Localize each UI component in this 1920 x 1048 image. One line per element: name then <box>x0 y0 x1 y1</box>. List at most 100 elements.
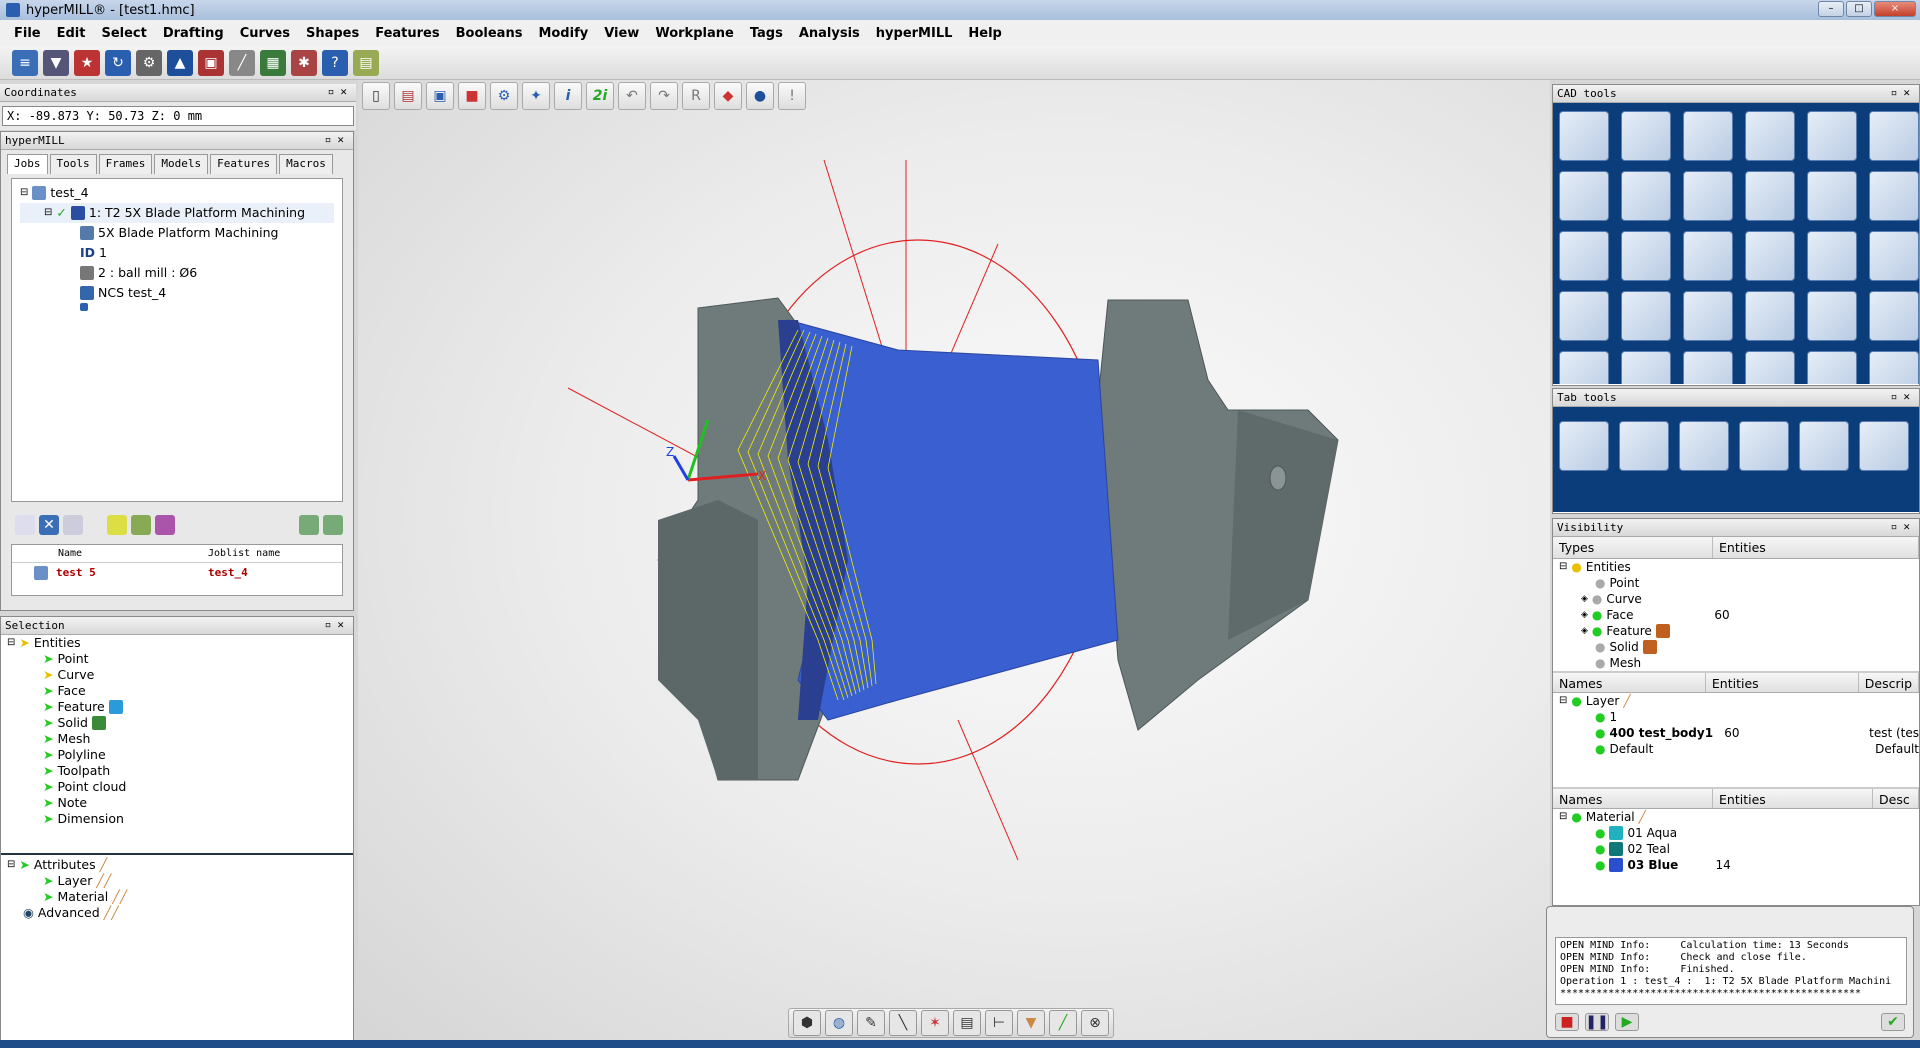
list-icon[interactable] <box>1559 421 1609 471</box>
type-row[interactable]: ◈ ● Feature <box>1559 623 1919 639</box>
redo-icon[interactable]: ↷ <box>650 82 678 110</box>
tab-tools[interactable]: Tools <box>49 154 97 174</box>
brush-icon[interactable]: ╲ <box>889 1010 917 1036</box>
open-icon[interactable]: ▤ <box>394 82 422 110</box>
menu-workplane[interactable]: Workplane <box>647 26 741 41</box>
save-icon[interactable]: ▣ <box>426 82 454 110</box>
type-row[interactable]: ● Mesh <box>1559 655 1919 671</box>
nc-icon[interactable] <box>155 515 175 535</box>
shade-icon[interactable]: ⬢ <box>793 1010 821 1036</box>
link-icon[interactable] <box>1859 421 1909 471</box>
maximize-button[interactable]: □ <box>1846 1 1872 17</box>
tree-ncs[interactable]: NCS test_4 <box>20 283 334 303</box>
panel-buttons[interactable]: ▫✕ <box>1891 390 1916 403</box>
zigzag-icon[interactable] <box>1621 231 1671 281</box>
sel-toolpath[interactable]: ➤ Toolpath <box>7 763 353 779</box>
repeat-icon[interactable]: R <box>682 82 710 110</box>
import-icon[interactable] <box>323 515 343 535</box>
sel-feature[interactable]: ➤ Feature <box>7 699 353 715</box>
tree-id[interactable]: ID 1 <box>20 243 334 263</box>
report-icon[interactable]: ▤ <box>353 49 379 76</box>
box-icon[interactable]: ◆ <box>714 82 742 110</box>
sel-entities[interactable]: ⊟ ➤ Entities <box>7 635 353 651</box>
tree-root[interactable]: ⊟ test_4 <box>20 183 334 203</box>
3d-viewport[interactable]: Z X <box>358 80 1550 1048</box>
sel-layer[interactable]: ➤ Layer ╱╱ <box>7 873 353 889</box>
sel-attributes[interactable]: ⊟ ➤ Attributes ╱ <box>7 857 353 873</box>
delete-icon[interactable]: ✕ <box>39 515 59 535</box>
panel-buttons[interactable]: ▫✕ <box>325 133 350 146</box>
ok-icon[interactable]: ✔ <box>1881 1013 1905 1031</box>
sel-polyline[interactable]: ➤ Polyline <box>7 747 353 763</box>
menu-booleans[interactable]: Booleans <box>448 26 531 41</box>
material-row[interactable]: ⊟ ● Material ╱ <box>1559 809 1919 825</box>
print-icon[interactable]: ■ <box>458 82 486 110</box>
tree-tool[interactable]: 2 : ball mill : Ø6 <box>20 263 334 283</box>
blend-icon[interactable] <box>1745 231 1795 281</box>
grid-icon[interactable]: ▦ <box>260 49 286 76</box>
material-row[interactable]: ● 03 Blue 14 <box>1559 857 1919 873</box>
points-icon[interactable] <box>1799 421 1849 471</box>
tab-jobs[interactable]: Jobs <box>7 154 48 174</box>
type-row[interactable]: ● Point <box>1559 575 1919 591</box>
plane-icon[interactable] <box>1559 291 1609 341</box>
star-icon[interactable]: ✶ <box>921 1010 949 1036</box>
menu-features[interactable]: Features <box>367 26 447 41</box>
angle-icon[interactable] <box>1621 171 1671 221</box>
tree-job[interactable]: ⊟ ✓ 1: T2 5X Blade Platform Machining <box>20 203 334 223</box>
settings-icon[interactable]: ✱ <box>291 49 317 76</box>
warning-icon[interactable]: ! <box>778 82 806 110</box>
sel-point[interactable]: ➤ Point <box>7 651 353 667</box>
shoe-icon[interactable]: ▲ <box>167 49 193 76</box>
help-icon[interactable]: ? <box>322 49 348 76</box>
tool-icon[interactable]: ▼ <box>43 49 69 76</box>
info2-icon[interactable]: 2i <box>586 82 614 110</box>
tab-macros[interactable]: Macros <box>279 154 333 174</box>
menu-select[interactable]: Select <box>93 26 154 41</box>
distance-icon[interactable] <box>1559 171 1609 221</box>
joblist-row[interactable]: test 5 test_4 <box>12 563 342 583</box>
type-row[interactable]: ◈ ● Curve <box>1559 591 1919 607</box>
menu-drafting[interactable]: Drafting <box>155 26 232 41</box>
info-icon[interactable]: i <box>554 82 582 110</box>
paint-icon[interactable]: ▼ <box>1017 1010 1045 1036</box>
minimize-button[interactable]: – <box>1818 1 1844 17</box>
arc-icon[interactable] <box>1807 111 1857 161</box>
info2-icon[interactable] <box>1621 111 1671 161</box>
loft-icon[interactable] <box>1869 231 1919 281</box>
cube-icon[interactable] <box>1807 231 1857 281</box>
wedge-icon[interactable] <box>1621 351 1671 384</box>
collapse-icon[interactable] <box>15 515 35 535</box>
solid-icon[interactable] <box>1869 351 1919 384</box>
tool-icon[interactable] <box>1619 421 1669 471</box>
curve-icon[interactable] <box>1869 111 1919 161</box>
sel-pointcloud[interactable]: ➤ Point cloud <box>7 779 353 795</box>
extrude-icon[interactable] <box>1869 291 1919 341</box>
revolve-icon[interactable] <box>1745 291 1795 341</box>
surface-icon[interactable] <box>1745 171 1795 221</box>
pencil-icon[interactable]: ✎ <box>857 1010 885 1036</box>
star-info-icon[interactable] <box>1745 111 1795 161</box>
undo-icon[interactable]: ↶ <box>618 82 646 110</box>
eraser-icon[interactable] <box>1683 171 1733 221</box>
menu-file[interactable]: File <box>6 26 49 41</box>
layer-row[interactable]: ● Default Default <box>1559 741 1919 757</box>
layer-row[interactable]: ● 400 test_body1 60 test (tes <box>1559 725 1919 741</box>
measure-icon[interactable]: ╱ <box>229 49 255 76</box>
radius-icon[interactable] <box>1559 231 1609 281</box>
menu-shapes[interactable]: Shapes <box>298 26 367 41</box>
menu-view[interactable]: View <box>596 26 647 41</box>
postprocess-icon[interactable]: ▣ <box>198 49 224 76</box>
feature-icon[interactable]: ★ <box>74 49 100 76</box>
rotate-icon[interactable]: ✦ <box>522 82 550 110</box>
menu-help[interactable]: Help <box>960 26 1009 41</box>
spline-icon[interactable] <box>1683 231 1733 281</box>
measure-icon[interactable]: ⊢ <box>985 1010 1013 1036</box>
tab-models[interactable]: Models <box>154 154 209 174</box>
pipe-icon[interactable] <box>1683 351 1733 384</box>
box-icon[interactable] <box>1559 351 1609 384</box>
sel-note[interactable]: ➤ Note <box>7 795 353 811</box>
job-list-icon[interactable]: ≡ <box>12 49 38 76</box>
wireframe-icon[interactable]: ⊗ <box>1081 1010 1109 1036</box>
menu-curves[interactable]: Curves <box>232 26 298 41</box>
